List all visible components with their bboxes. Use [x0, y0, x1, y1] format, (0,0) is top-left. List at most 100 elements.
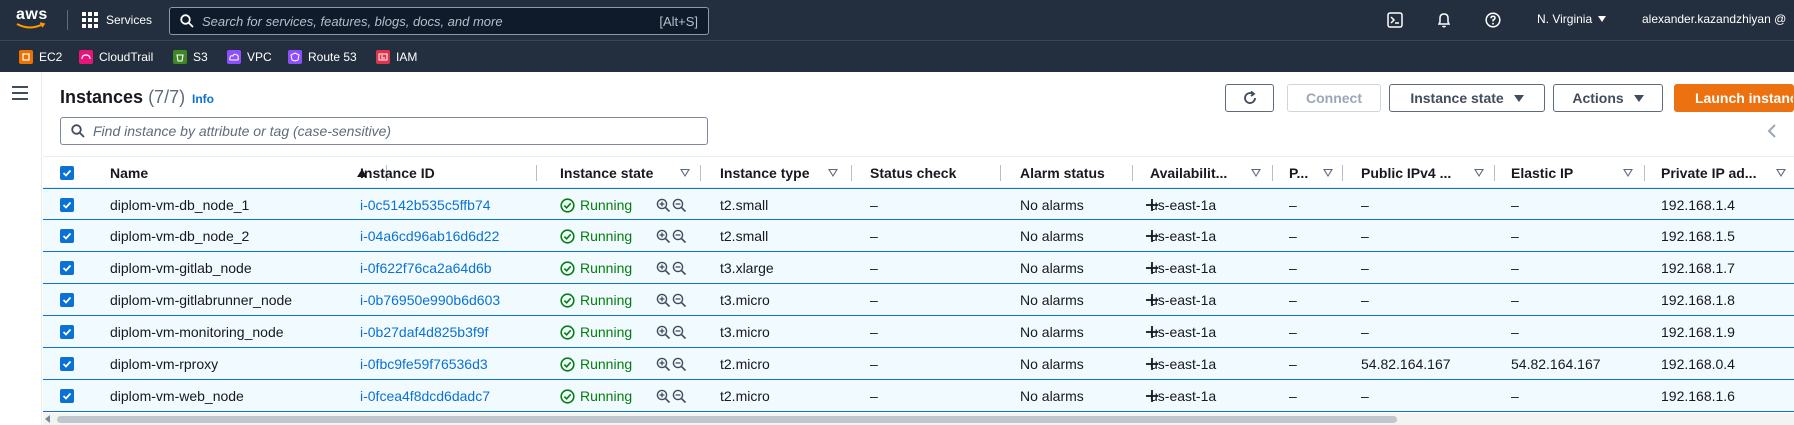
zoom-out-icon[interactable]	[672, 261, 687, 276]
zoom-in-icon[interactable]	[656, 357, 671, 372]
column-header-instance-id[interactable]: Instance ID	[360, 157, 560, 189]
alarm-status: No alarms	[1020, 324, 1084, 340]
zoom-in-icon[interactable]	[656, 229, 671, 244]
favorite-ec2[interactable]: EC2	[19, 49, 62, 65]
row-checkbox[interactable]	[60, 325, 74, 339]
favorite-s3[interactable]: S3	[173, 49, 208, 65]
refresh-button[interactable]	[1225, 84, 1274, 112]
favorite-vpc[interactable]: VPC	[227, 49, 272, 65]
global-search-input[interactable]	[194, 8, 660, 34]
scroll-left-icon[interactable]	[45, 415, 51, 423]
connect-button[interactable]: Connect	[1287, 84, 1381, 112]
global-search[interactable]: [Alt+S]	[169, 7, 709, 35]
instance-id-link[interactable]: i-0c5142b535c5ffb74	[360, 189, 491, 221]
table-row[interactable]: diplom-vm-db_node_1 i-0c5142b535c5ffb74 …	[43, 188, 1794, 220]
filter-icon[interactable]	[1623, 169, 1633, 177]
instance-id-link[interactable]: i-0fcea4f8dcd6dadc7	[360, 380, 490, 412]
column-resizer[interactable]	[700, 165, 701, 181]
zoom-out-icon[interactable]	[672, 325, 687, 340]
column-header-instance-state[interactable]: Instance state	[560, 157, 720, 189]
instance-id-link[interactable]: i-0fbc9fe59f76536d3	[360, 348, 488, 380]
zoom-in-icon[interactable]	[656, 389, 671, 404]
state-zoom-controls[interactable]	[656, 348, 687, 380]
favorite-route53[interactable]: Route 53	[288, 49, 357, 65]
filter-icon[interactable]	[1251, 169, 1261, 177]
filter-icon[interactable]	[1776, 169, 1786, 177]
column-resizer[interactable]	[1494, 165, 1495, 181]
zoom-out-icon[interactable]	[672, 229, 687, 244]
state-zoom-controls[interactable]	[656, 189, 687, 221]
favorite-iam[interactable]: IAM	[376, 49, 417, 65]
column-header-public-ipv4[interactable]: Public IPv4 ...	[1361, 157, 1511, 189]
column-header-availability-zone[interactable]: Availabilit...	[1150, 157, 1284, 189]
launch-instances-button[interactable]: Launch instance	[1674, 84, 1794, 112]
row-checkbox[interactable]	[60, 389, 74, 403]
column-header-p[interactable]: P...	[1289, 157, 1351, 189]
row-checkbox[interactable]	[60, 293, 74, 307]
table-row[interactable]: diplom-vm-web_node i-0fcea4f8dcd6dadc7 R…	[43, 380, 1794, 412]
filter-icon[interactable]	[680, 169, 690, 177]
table-row[interactable]: diplom-vm-rproxy i-0fbc9fe59f76536d3 Run…	[43, 348, 1794, 380]
state-zoom-controls[interactable]	[656, 252, 687, 284]
aws-logo[interactable]: aws	[16, 7, 50, 34]
actions-dropdown[interactable]: Actions	[1553, 84, 1663, 112]
table-row[interactable]: diplom-vm-gitlabrunner_node i-0b76950e99…	[43, 284, 1794, 316]
table-row[interactable]: diplom-vm-monitoring_node i-0b27daf4d825…	[43, 316, 1794, 348]
filter-icon[interactable]	[1474, 169, 1484, 177]
row-checkbox[interactable]	[60, 261, 74, 275]
column-resizer[interactable]	[536, 165, 537, 181]
state-zoom-controls[interactable]	[656, 284, 687, 316]
zoom-in-icon[interactable]	[656, 198, 671, 213]
cloudshell-button[interactable]	[1385, 10, 1405, 30]
horizontal-scrollbar[interactable]	[43, 413, 1794, 425]
select-all-checkbox[interactable]	[60, 166, 74, 180]
checkmark-icon	[62, 296, 72, 304]
instance-filter-input[interactable]	[85, 123, 707, 139]
column-header-private-ip[interactable]: Private IP ad...	[1661, 157, 1794, 189]
column-header-name[interactable]: Name	[110, 157, 387, 189]
row-checkbox[interactable]	[60, 357, 74, 371]
instance-state-dropdown[interactable]: Instance state	[1389, 84, 1545, 112]
column-resizer[interactable]	[1000, 165, 1001, 181]
region-selector[interactable]: N. Virginia	[1537, 12, 1607, 26]
filter-icon[interactable]	[828, 169, 838, 177]
zoom-in-icon[interactable]	[656, 293, 671, 308]
state-zoom-controls[interactable]	[656, 380, 687, 412]
filter-icon[interactable]	[1323, 169, 1333, 177]
column-header-alarm-status[interactable]: Alarm status	[1020, 157, 1150, 189]
column-resizer[interactable]	[1342, 165, 1343, 181]
help-button[interactable]	[1483, 10, 1503, 30]
zoom-out-icon[interactable]	[672, 293, 687, 308]
column-header-elastic-ip[interactable]: Elastic IP	[1511, 157, 1661, 189]
favorite-cloudtrail[interactable]: CloudTrail	[79, 49, 153, 65]
state-zoom-controls[interactable]	[656, 316, 687, 348]
row-checkbox[interactable]	[60, 198, 74, 212]
column-resizer[interactable]	[1132, 165, 1133, 181]
table-row[interactable]: diplom-vm-gitlab_node i-0f622f76ca2a64d6…	[43, 252, 1794, 284]
previous-page-icon[interactable]	[1767, 123, 1777, 139]
account-menu[interactable]: alexander.kazandzhiyan @	[1642, 12, 1786, 26]
instance-id-link[interactable]: i-0b27daf4d825b3f9f	[360, 316, 488, 348]
instance-id-link[interactable]: i-04a6cd96ab16d6d22	[360, 220, 499, 252]
column-header-instance-type[interactable]: Instance type	[720, 157, 869, 189]
row-checkbox[interactable]	[60, 229, 74, 243]
instance-id-link[interactable]: i-0f622f76ca2a64d6b	[360, 252, 492, 284]
column-resizer[interactable]	[851, 165, 852, 181]
column-resizer[interactable]	[1644, 165, 1645, 181]
state-zoom-controls[interactable]	[656, 220, 687, 252]
column-resizer[interactable]	[1272, 165, 1273, 181]
column-header-status-check[interactable]: Status check	[870, 157, 1020, 189]
info-link[interactable]: Info	[192, 92, 214, 106]
zoom-out-icon[interactable]	[672, 357, 687, 372]
notifications-button[interactable]	[1434, 10, 1454, 30]
zoom-out-icon[interactable]	[672, 198, 687, 213]
instance-id-link[interactable]: i-0b76950e990b6d603	[360, 284, 500, 316]
zoom-in-icon[interactable]	[656, 261, 671, 276]
zoom-in-icon[interactable]	[656, 325, 671, 340]
services-menu-button[interactable]: Services	[82, 8, 152, 32]
scrollbar-thumb[interactable]	[57, 416, 1397, 423]
zoom-out-icon[interactable]	[672, 389, 687, 404]
hamburger-menu-icon[interactable]	[12, 86, 28, 100]
instance-filter[interactable]	[60, 117, 708, 145]
table-row[interactable]: diplom-vm-db_node_2 i-04a6cd96ab16d6d22 …	[43, 220, 1794, 252]
